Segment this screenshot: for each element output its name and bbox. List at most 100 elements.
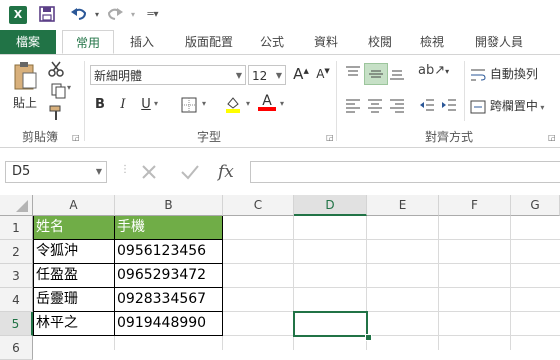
table-cell[interactable]: 0965293472 bbox=[115, 264, 223, 288]
tab-formulas[interactable]: 公式 bbox=[252, 30, 292, 54]
redo-dropdown-icon[interactable]: ▾ bbox=[124, 6, 142, 24]
column-header-e[interactable]: E bbox=[367, 195, 439, 216]
align-center-icon[interactable] bbox=[366, 97, 384, 116]
underline-dropdown-icon[interactable]: ▾ bbox=[154, 99, 158, 108]
bold-button[interactable]: B bbox=[92, 97, 108, 112]
align-middle-icon[interactable] bbox=[364, 63, 388, 85]
format-painter-icon[interactable] bbox=[46, 105, 66, 124]
column-header-f[interactable]: F bbox=[439, 195, 511, 216]
table-header-cell[interactable]: 姓名 bbox=[33, 216, 115, 240]
formula-bar-grip-icon: ⋮ bbox=[120, 164, 130, 175]
borders-dropdown-icon[interactable]: ▾ bbox=[202, 99, 206, 108]
column-header-g[interactable]: G bbox=[511, 195, 560, 216]
fill-color-icon[interactable] bbox=[222, 95, 244, 116]
merge-center-icon bbox=[470, 100, 486, 113]
redo-icon[interactable] bbox=[106, 6, 124, 24]
table-cell[interactable]: 0919448990 bbox=[115, 312, 223, 336]
borders-icon[interactable] bbox=[178, 97, 200, 116]
table-cell[interactable]: 任盈盈 bbox=[33, 264, 115, 288]
font-color-dropdown-icon[interactable]: ▾ bbox=[280, 99, 284, 108]
font-launcher-icon[interactable]: ◲ bbox=[326, 133, 334, 142]
increase-indent-icon[interactable] bbox=[440, 97, 458, 116]
insert-function-icon[interactable]: fx bbox=[218, 161, 242, 183]
font-name-value: 新細明體 bbox=[94, 69, 143, 83]
grow-font-button[interactable]: A▲ bbox=[292, 65, 310, 83]
cancel-icon[interactable] bbox=[140, 161, 158, 183]
paste-label: 貼上 bbox=[12, 96, 37, 110]
row-header-2[interactable]: 2 bbox=[0, 240, 33, 264]
font-size-select[interactable]: 12 ▼ bbox=[248, 65, 286, 85]
merge-center-button[interactable]: 跨欄置中 ▾ bbox=[470, 97, 560, 114]
name-box-value: D5 bbox=[12, 164, 31, 179]
align-bottom-icon[interactable] bbox=[388, 65, 406, 84]
table-cell[interactable]: 0928334567 bbox=[115, 288, 223, 312]
cut-icon[interactable] bbox=[46, 61, 66, 80]
clipboard-launcher-icon[interactable]: ◲ bbox=[72, 133, 80, 142]
merge-center-label: 跨欄置中 bbox=[489, 99, 538, 113]
column-header-d[interactable]: D bbox=[294, 195, 367, 216]
tab-review[interactable]: 校閱 bbox=[360, 30, 400, 54]
wrap-text-label: 自動換列 bbox=[489, 67, 538, 81]
shrink-font-button[interactable]: A▼ bbox=[314, 67, 332, 81]
orientation-icon[interactable]: ab↗▾ bbox=[418, 63, 449, 78]
paste-button[interactable]: 貼上 bbox=[8, 61, 42, 111]
save-icon[interactable] bbox=[38, 6, 56, 24]
gridline bbox=[438, 216, 439, 350]
copy-icon[interactable]: ▾ bbox=[46, 83, 76, 102]
select-all-corner[interactable] bbox=[0, 195, 33, 216]
tab-file[interactable]: 檔案 bbox=[0, 30, 56, 54]
italic-button[interactable]: I bbox=[115, 97, 131, 112]
column-header-c[interactable]: C bbox=[223, 195, 294, 216]
row-header-3[interactable]: 3 bbox=[0, 264, 33, 288]
tab-view[interactable]: 檢視 bbox=[412, 30, 452, 54]
worksheet-grid[interactable]: A B C D E F G 1 2 3 4 5 6 姓名 手機 令狐沖 0956… bbox=[0, 190, 560, 360]
align-right-icon[interactable] bbox=[388, 97, 406, 116]
group-divider bbox=[464, 61, 465, 121]
tab-insert[interactable]: 插入 bbox=[120, 30, 164, 54]
customize-qat-icon[interactable]: ═▾ bbox=[144, 6, 162, 24]
gridline bbox=[114, 336, 115, 350]
tab-page-layout[interactable]: 版面配置 bbox=[176, 30, 242, 54]
tab-developer[interactable]: 開發人員 bbox=[466, 30, 532, 54]
font-color-button[interactable]: A bbox=[258, 93, 276, 111]
column-header-a[interactable]: A bbox=[33, 195, 115, 216]
row-header-4[interactable]: 4 bbox=[0, 288, 33, 312]
table-cell[interactable]: 林平之 bbox=[33, 312, 115, 336]
enter-icon[interactable] bbox=[180, 161, 202, 183]
clipboard-group-label: 剪貼簿 bbox=[21, 130, 58, 144]
align-top-icon[interactable] bbox=[344, 65, 362, 84]
underline-button[interactable]: U bbox=[138, 97, 154, 112]
font-group-label: 字型 bbox=[196, 130, 221, 144]
name-box[interactable]: D5 ▼ bbox=[5, 161, 107, 183]
wrap-text-icon bbox=[471, 69, 486, 80]
row-header-6[interactable]: 6 bbox=[0, 336, 33, 360]
table-cell[interactable]: 令狐沖 bbox=[33, 240, 115, 264]
row-header-1[interactable]: 1 bbox=[0, 216, 33, 240]
column-header-b[interactable]: B bbox=[115, 195, 223, 216]
ribbon-tabs: 檔案 常用 插入 版面配置 公式 資料 校閱 檢視 開發人員 bbox=[0, 30, 560, 55]
undo-icon[interactable] bbox=[70, 6, 88, 24]
decrease-indent-icon[interactable] bbox=[418, 97, 436, 116]
group-divider bbox=[84, 61, 85, 141]
align-left-icon[interactable] bbox=[344, 97, 362, 116]
alignment-launcher-icon[interactable]: ◲ bbox=[548, 133, 556, 142]
row-header-5[interactable]: 5 bbox=[0, 312, 33, 336]
gridline bbox=[510, 216, 511, 350]
group-divider bbox=[336, 61, 337, 141]
wrap-text-button[interactable]: 自動換列 bbox=[470, 65, 560, 82]
tab-home[interactable]: 常用 bbox=[62, 30, 114, 54]
formula-input[interactable] bbox=[250, 161, 560, 183]
fill-color-dropdown-icon[interactable]: ▾ bbox=[246, 99, 250, 108]
fill-handle[interactable] bbox=[365, 334, 372, 341]
active-cell[interactable] bbox=[293, 311, 368, 337]
quick-access-toolbar: X ▾ ▾ ═▾ bbox=[0, 0, 560, 30]
chevron-down-icon: ▼ bbox=[95, 167, 102, 176]
table-cell[interactable]: 0956123456 bbox=[115, 240, 223, 264]
undo-dropdown-icon[interactable]: ▾ bbox=[88, 6, 106, 24]
tab-data[interactable]: 資料 bbox=[304, 30, 348, 54]
chevron-down-icon: ▼ bbox=[275, 71, 282, 80]
table-cell[interactable]: 岳靈珊 bbox=[33, 288, 115, 312]
font-name-select[interactable]: 新細明體 ▼ bbox=[90, 65, 246, 85]
table-header-cell[interactable]: 手機 bbox=[115, 216, 223, 240]
font-color-icon: A bbox=[262, 93, 272, 109]
